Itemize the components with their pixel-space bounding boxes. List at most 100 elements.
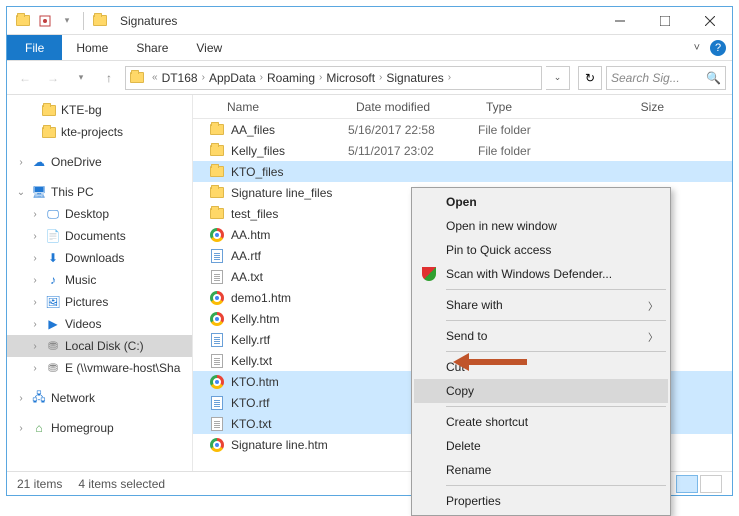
ctx-sendto[interactable]: Send to〉	[414, 324, 668, 348]
back-button[interactable]: ←	[13, 66, 37, 90]
file-name: Kelly.htm	[227, 312, 348, 326]
minimize-button[interactable]	[597, 7, 642, 35]
desktop-icon: 🖵	[45, 206, 61, 222]
col-name[interactable]: Name	[193, 100, 348, 114]
ctx-open-new[interactable]: Open in new window	[414, 214, 668, 238]
tab-view[interactable]: View	[182, 35, 236, 60]
details-view-button[interactable]	[676, 475, 698, 493]
tree-item[interactable]: kte-projects	[7, 121, 192, 143]
tree-pictures[interactable]: ›🖼Pictures	[7, 291, 192, 313]
crumb[interactable]: Signatures	[386, 71, 443, 85]
shield-icon	[420, 265, 438, 283]
col-date[interactable]: Date modified	[348, 100, 478, 114]
folder-icon	[207, 145, 227, 156]
file-name: Kelly_files	[227, 144, 348, 158]
col-type[interactable]: Type	[478, 100, 593, 114]
ctx-copy[interactable]: Copy	[414, 379, 668, 403]
tree-thispc[interactable]: ⌄🖥This PC	[7, 181, 192, 203]
folder-icon	[90, 11, 110, 31]
ctx-share[interactable]: Share with〉	[414, 293, 668, 317]
documents-icon: 📄	[45, 228, 61, 244]
tree-downloads[interactable]: ›⬇Downloads	[7, 247, 192, 269]
table-row[interactable]: AA_files 5/16/2017 22:58 File folder	[193, 119, 732, 140]
file-name: KTO.txt	[227, 417, 348, 431]
properties-icon[interactable]	[35, 11, 55, 31]
folder-icon	[13, 11, 33, 31]
maximize-button[interactable]	[642, 7, 687, 35]
search-placeholder: Search Sig...	[611, 71, 680, 85]
icons-view-button[interactable]	[700, 475, 722, 493]
tree-network[interactable]: ›🖧Network	[7, 387, 192, 409]
chrome-icon	[207, 291, 227, 305]
recent-dropdown[interactable]: ▾	[69, 66, 93, 90]
ctx-delete[interactable]: Delete	[414, 434, 668, 458]
ctx-cut[interactable]: Cut	[414, 355, 668, 379]
ctx-shortcut[interactable]: Create shortcut	[414, 410, 668, 434]
chrome-icon	[207, 438, 227, 452]
history-dropdown[interactable]: ⌄	[546, 66, 570, 90]
network-icon: 🖧	[31, 390, 47, 406]
file-name: demo1.htm	[227, 291, 348, 305]
homegroup-icon: ⌂	[31, 420, 47, 436]
close-button[interactable]	[687, 7, 732, 35]
ctx-props[interactable]: Properties	[414, 489, 668, 513]
context-menu: Open Open in new window Pin to Quick acc…	[411, 187, 671, 516]
tree-homegroup[interactable]: ›⌂Homegroup	[7, 417, 192, 439]
crumb[interactable]: Microsoft	[326, 71, 375, 85]
address-bar: ← → ▾ ↑ « DT168› AppData› Roaming› Micro…	[7, 61, 732, 95]
videos-icon: ▶	[45, 316, 61, 332]
file-name: KTO_files	[227, 165, 348, 179]
rtf-icon	[207, 249, 227, 263]
crumb[interactable]: AppData	[209, 71, 256, 85]
table-row[interactable]: Kelly_files 5/11/2017 23:02 File folder	[193, 140, 732, 161]
titlebar: ▾ Signatures	[7, 7, 732, 35]
forward-button[interactable]: →	[41, 66, 65, 90]
tree-desktop[interactable]: ›🖵Desktop	[7, 203, 192, 225]
file-date: 5/16/2017 22:58	[348, 123, 478, 137]
file-name: Kelly.txt	[227, 354, 348, 368]
crumb[interactable]: DT168	[162, 71, 198, 85]
tree-videos[interactable]: ›▶Videos	[7, 313, 192, 335]
tree-music[interactable]: ›♪Music	[7, 269, 192, 291]
txt-icon	[207, 354, 227, 368]
file-date: 5/11/2017 23:02	[348, 144, 478, 158]
file-name: AA.htm	[227, 228, 348, 242]
breadcrumb[interactable]: « DT168› AppData› Roaming› Microsoft› Si…	[125, 66, 542, 90]
tree-localdisk[interactable]: ›⛃Local Disk (C:)	[7, 335, 192, 357]
txt-icon	[207, 417, 227, 431]
chrome-icon	[207, 312, 227, 326]
table-row[interactable]: KTO_files	[193, 161, 732, 182]
search-input[interactable]: Search Sig... 🔍	[606, 66, 726, 90]
folder-icon	[207, 187, 227, 198]
tab-home[interactable]: Home	[62, 35, 122, 60]
ctx-open[interactable]: Open	[414, 190, 668, 214]
qat-dropdown-icon[interactable]: ▾	[57, 11, 77, 31]
file-name: KTO.rtf	[227, 396, 348, 410]
file-name: KTO.htm	[227, 375, 348, 389]
help-icon[interactable]: ?	[710, 40, 726, 56]
tab-share[interactable]: Share	[122, 35, 182, 60]
tree-vmware[interactable]: ›⛃E (\\vmware-host\Sha	[7, 357, 192, 379]
crumb[interactable]: Roaming	[267, 71, 315, 85]
folder-icon	[207, 124, 227, 135]
tree-documents[interactable]: ›📄Documents	[7, 225, 192, 247]
file-name: Kelly.rtf	[227, 333, 348, 347]
window-title: Signatures	[116, 14, 597, 28]
status-selected: 4 items selected	[78, 477, 165, 491]
up-button[interactable]: ↑	[97, 66, 121, 90]
ctx-defender[interactable]: Scan with Windows Defender...	[414, 262, 668, 286]
file-name: AA.rtf	[227, 249, 348, 263]
tree-onedrive[interactable]: ›☁OneDrive	[7, 151, 192, 173]
chrome-icon	[207, 228, 227, 242]
tab-file[interactable]: File	[7, 35, 62, 60]
ctx-pin[interactable]: Pin to Quick access	[414, 238, 668, 262]
netdisk-icon: ⛃	[45, 360, 61, 376]
refresh-button[interactable]: ↻	[578, 66, 602, 90]
ribbon: File Home Share View ˅ ?	[7, 35, 732, 61]
explorer-window: ▾ Signatures File Home Share View ˅ ? ← …	[6, 6, 733, 496]
tree-item[interactable]: KTE-bg	[7, 99, 192, 121]
col-size[interactable]: Size	[593, 100, 673, 114]
ribbon-expand-icon[interactable]: ˅	[694, 42, 700, 54]
ctx-rename[interactable]: Rename	[414, 458, 668, 482]
file-name: test_files	[227, 207, 348, 221]
